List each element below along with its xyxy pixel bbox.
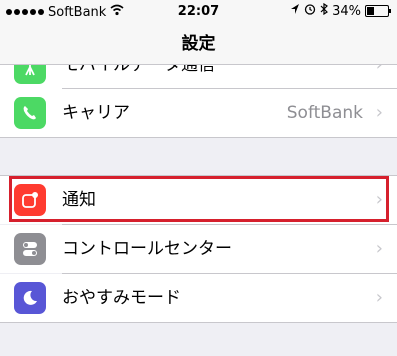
alarm-icon (304, 3, 316, 19)
battery-percent: 34% (332, 3, 361, 19)
status-right: 34% (290, 2, 391, 19)
carrier-value: SoftBank (286, 103, 363, 123)
highlight-box (9, 176, 389, 222)
section-separator (0, 322, 397, 323)
settings-row-do-not-disturb[interactable]: おやすみモード › (0, 274, 397, 322)
settings-row-carrier[interactable]: キャリア SoftBank › (0, 89, 397, 137)
section-separator (0, 137, 397, 138)
chevron-right-icon: › (375, 287, 383, 308)
control-center-icon (14, 233, 46, 265)
settings-row-label: コントロールセンター (62, 239, 232, 259)
settings-row-label: おやすみモード (62, 288, 181, 308)
settings-row-control-center[interactable]: コントロールセンター › (0, 225, 397, 273)
page-title-overlay: 設定 (181, 34, 216, 54)
moon-icon (14, 282, 46, 314)
phone-icon (14, 97, 46, 129)
chevron-right-icon: › (375, 102, 383, 123)
status-bar: SoftBank 22:07 34% (0, 0, 397, 24)
chevron-right-icon: › (375, 238, 383, 259)
navigation-bar-overlay: 設定 (0, 24, 397, 65)
settings-row-label: キャリア (62, 103, 130, 123)
bluetooth-icon (320, 2, 329, 19)
battery-icon (365, 5, 391, 17)
location-arrow-icon (290, 3, 300, 19)
